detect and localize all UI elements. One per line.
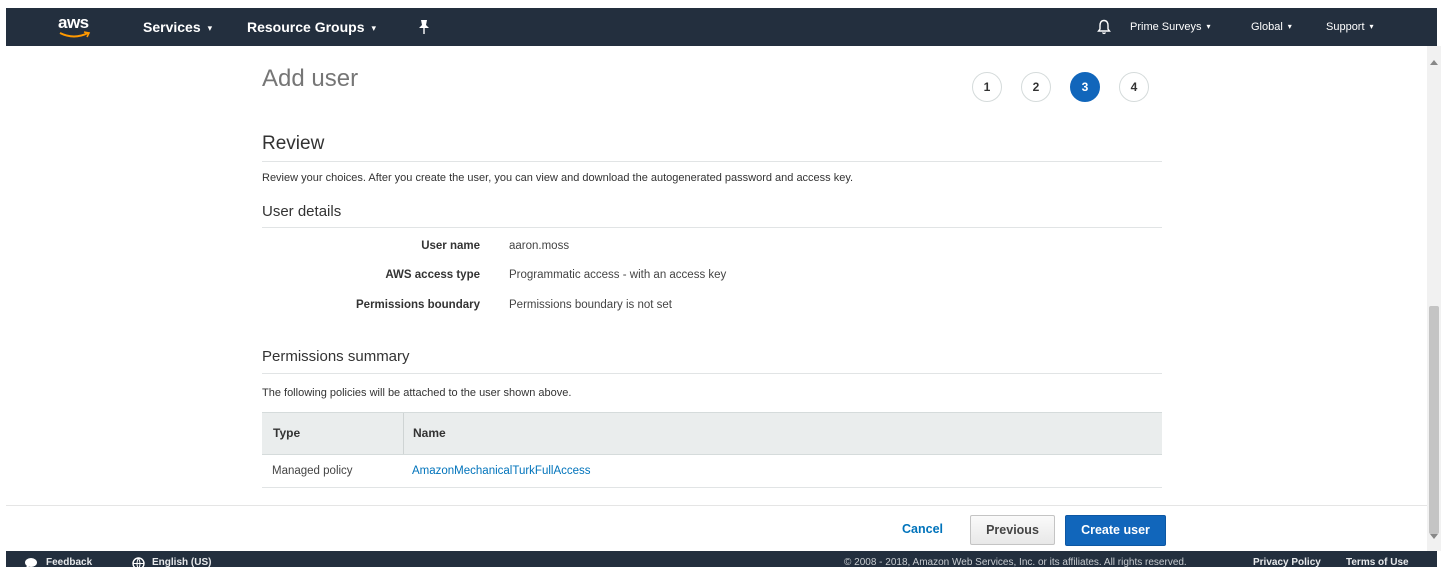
divider: [262, 227, 1162, 228]
globe-icon: [132, 557, 145, 567]
step-2[interactable]: 2: [1021, 72, 1051, 102]
permissions-table: Type Name Managed policy AmazonMechanica…: [262, 412, 1162, 488]
feedback-chat-icon[interactable]: [24, 557, 38, 567]
scroll-down-arrow-icon[interactable]: [1430, 534, 1438, 539]
column-header-name[interactable]: Name: [413, 413, 446, 454]
pin-icon[interactable]: [416, 18, 432, 36]
vertical-scrollbar[interactable]: [1427, 46, 1441, 551]
table-row: Managed policy AmazonMechanicalTurkFullA…: [262, 455, 1162, 488]
scroll-up-arrow-icon[interactable]: [1430, 60, 1438, 65]
bell-icon[interactable]: [1097, 19, 1111, 35]
services-label: Services: [143, 19, 201, 35]
page-title: Add user: [262, 65, 359, 92]
chevron-down-icon: ▾: [371, 23, 377, 33]
divider: [262, 161, 1162, 162]
access-type-value: Programmatic access - with an access key: [509, 269, 727, 281]
permissions-boundary-value: Permissions boundary is not set: [509, 299, 672, 311]
user-name-label: User name: [421, 240, 480, 252]
user-details-heading: User details: [262, 203, 342, 220]
aws-smile-icon: [59, 31, 91, 38]
step-3-current: 3: [1070, 72, 1100, 102]
terms-of-use-link[interactable]: Terms of Use: [1346, 554, 1409, 567]
policy-type-cell: Managed policy: [272, 465, 353, 477]
chevron-down-icon: ▾: [1287, 22, 1292, 31]
previous-button[interactable]: Previous: [970, 515, 1055, 545]
account-label: Prime Surveys: [1130, 21, 1202, 33]
feedback-link[interactable]: Feedback: [46, 554, 92, 567]
column-divider: [403, 413, 404, 454]
step-1[interactable]: 1: [972, 72, 1002, 102]
region-menu[interactable]: Global ▾: [1251, 8, 1292, 46]
console-footer: Feedback English (US) © 2008 - 2018, Ama…: [6, 551, 1437, 567]
permissions-description: The following policies will be attached …: [262, 387, 572, 399]
chevron-down-icon: ▾: [1206, 22, 1211, 31]
permissions-boundary-label: Permissions boundary: [356, 299, 480, 311]
step-4: 4: [1119, 72, 1149, 102]
language-selector[interactable]: English (US): [152, 554, 211, 567]
cancel-button[interactable]: Cancel: [902, 522, 943, 536]
table-header: Type Name: [262, 412, 1162, 455]
chevron-down-icon: ▾: [207, 23, 213, 33]
copyright-text: © 2008 - 2018, Amazon Web Services, Inc.…: [844, 557, 1187, 567]
policy-name-link[interactable]: AmazonMechanicalTurkFullAccess: [412, 455, 591, 487]
user-name-value: aaron.moss: [509, 240, 570, 252]
account-menu[interactable]: Prime Surveys ▾: [1130, 8, 1211, 46]
permissions-summary-heading: Permissions summary: [262, 348, 410, 365]
resource-groups-menu[interactable]: Resource Groups ▾: [247, 8, 376, 46]
create-user-button[interactable]: Create user: [1065, 515, 1166, 546]
scroll-thumb[interactable]: [1429, 306, 1439, 534]
support-menu[interactable]: Support ▾: [1326, 8, 1374, 46]
services-menu[interactable]: Services ▾: [143, 8, 212, 46]
divider: [262, 373, 1162, 374]
top-navigation-bar: aws Services ▾ Resource Groups ▾ Prime Sur…: [6, 8, 1437, 46]
wizard-action-bar: [6, 505, 1427, 552]
review-heading: Review: [262, 133, 325, 154]
region-label: Global: [1251, 21, 1283, 33]
resource-groups-label: Resource Groups: [247, 19, 365, 35]
chevron-down-icon: ▾: [1369, 22, 1374, 31]
privacy-policy-link[interactable]: Privacy Policy: [1253, 554, 1321, 567]
aws-logo[interactable]: aws: [58, 12, 98, 42]
column-header-type[interactable]: Type: [273, 413, 300, 454]
support-label: Support: [1326, 21, 1365, 33]
access-type-label: AWS access type: [385, 269, 480, 281]
review-description: Review your choices. After you create th…: [262, 172, 854, 184]
aws-logo-text: aws: [58, 13, 89, 32]
